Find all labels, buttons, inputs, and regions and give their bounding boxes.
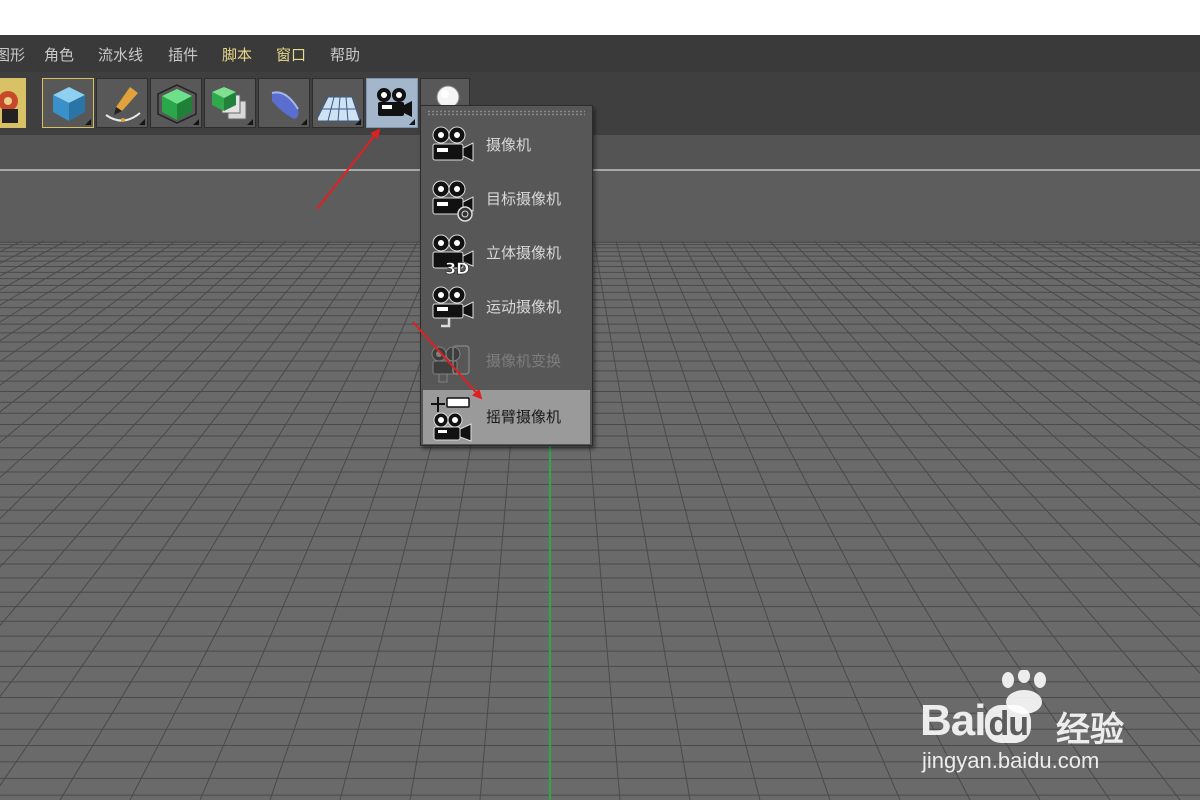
- tool-camera-button[interactable]: [366, 78, 418, 128]
- watermark-subtitle: 经验: [1056, 710, 1124, 750]
- tool-floor-button[interactable]: [312, 78, 364, 128]
- tool-cube-button[interactable]: [42, 78, 94, 128]
- menu-drag-handle[interactable]: [427, 110, 585, 116]
- 3d-badge: 3D: [445, 259, 469, 276]
- crane-camera-icon: [431, 397, 472, 442]
- tool-subdivision-button[interactable]: [150, 78, 202, 128]
- menu-item-label: 目标摄像机: [486, 190, 562, 208]
- cube-icon: [53, 87, 85, 121]
- array-cubes-icon: [212, 87, 247, 120]
- watermark-url: jingyan.baidu.com: [922, 748, 1100, 773]
- camera-icon: [377, 88, 412, 117]
- menu-item-camera-morph: 摄像机变换: [423, 334, 590, 388]
- menu-item-script[interactable]: 脚本: [222, 44, 252, 65]
- menu-item-stereo-camera[interactable]: 3D 立体摄像机: [423, 226, 590, 280]
- menu-item-label: 运动摄像机: [486, 298, 562, 316]
- menu-item-crane-camera[interactable]: 摇臂摄像机: [423, 390, 590, 444]
- menu-item-help[interactable]: 帮助: [330, 44, 360, 65]
- menu-item-camera[interactable]: 摄像机: [423, 118, 590, 172]
- menu-item-label: 摄像机: [486, 136, 532, 154]
- tool-array-button[interactable]: [204, 78, 256, 128]
- tool-deformer-button[interactable]: [258, 78, 310, 128]
- tool-pen-button[interactable]: [96, 78, 148, 128]
- camera-icon: [432, 126, 474, 162]
- floor-plane-icon: [318, 96, 360, 122]
- menu-item-label: 摇臂摄像机: [486, 408, 562, 426]
- stereo-camera-icon: 3D: [432, 234, 474, 276]
- watermark-brand: Baidu: [920, 696, 1032, 746]
- menu-item-shapes[interactable]: 图形: [0, 44, 25, 65]
- menu-item-motion-camera[interactable]: 运动摄像机: [423, 280, 590, 334]
- render-settings-button[interactable]: [0, 78, 26, 128]
- menu-item-label: 立体摄像机: [486, 244, 562, 262]
- menu-bar: 图形 角色 流水线 插件 脚本 窗口 帮助: [0, 35, 1200, 72]
- menu-item-target-camera[interactable]: 目标摄像机: [423, 172, 590, 226]
- baidu-jingyan-watermark: Baidu 经验 jingyan.baidu.com: [920, 670, 1180, 780]
- camera-morph-icon: [431, 345, 470, 383]
- menu-item-pipeline[interactable]: 流水线: [98, 44, 143, 65]
- pen-spline-icon: [105, 87, 141, 122]
- menu-item-window[interactable]: 窗口: [276, 44, 306, 65]
- menu-item-character[interactable]: 角色: [44, 44, 74, 65]
- camera-dropdown-menu: 摄像机 目标摄像机 3D 立体摄像机 运动摄像机 摄像机变换 摇臂摄像机: [420, 105, 593, 446]
- target-camera-icon: [432, 180, 474, 222]
- motion-camera-icon: [432, 286, 474, 328]
- toolbar: [0, 72, 1200, 135]
- gear-icon: [0, 91, 18, 123]
- menu-item-label: 摄像机变换: [486, 352, 562, 370]
- deformer-icon: [271, 91, 299, 119]
- menu-item-plugins[interactable]: 插件: [168, 44, 198, 65]
- subdivision-cube-icon: [157, 84, 197, 124]
- viewport-header: [0, 135, 1200, 171]
